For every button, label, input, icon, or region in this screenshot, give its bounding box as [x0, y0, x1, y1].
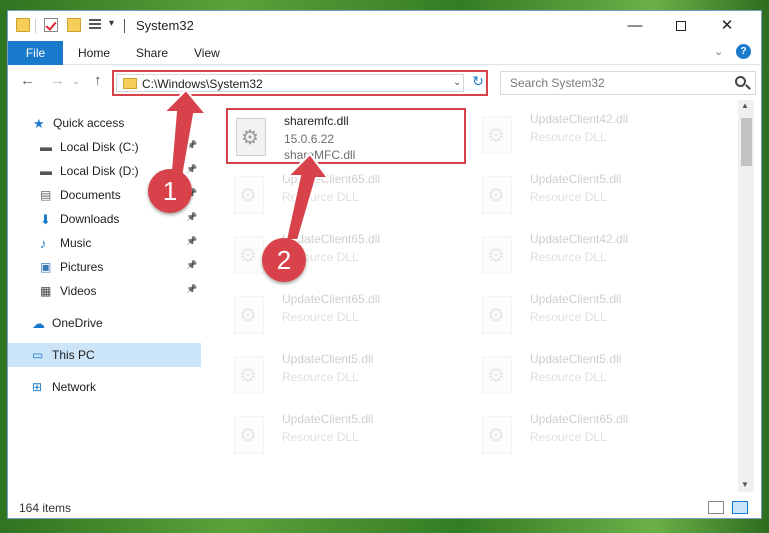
- step-badge-1: 1: [148, 169, 192, 213]
- annotation-overlay: [161, 88, 330, 241]
- annotation-arrow-2: [284, 152, 330, 241]
- step-badge-2: 2: [262, 238, 306, 282]
